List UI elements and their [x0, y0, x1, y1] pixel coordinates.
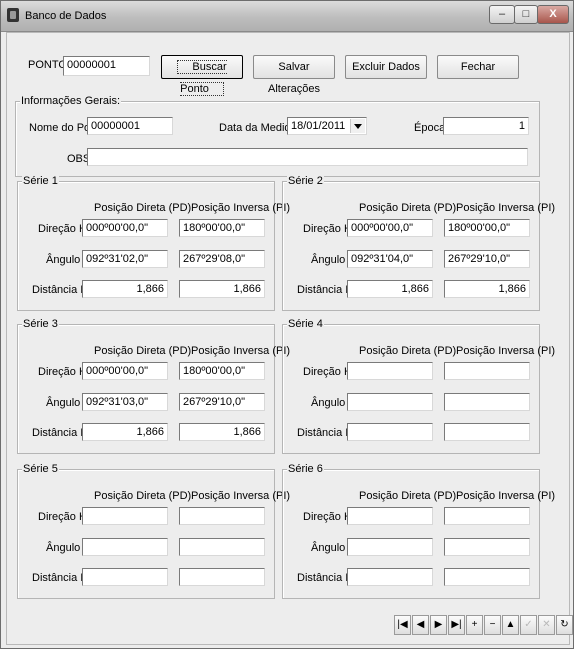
data-medida-select[interactable]: 18/01/2011 [287, 117, 367, 135]
serie-3-hz-pd-input[interactable]: 000º00'00,0" [82, 362, 168, 380]
obs-input[interactable] [87, 148, 528, 166]
data-medida-value: 18/01/2011 [291, 120, 346, 132]
close-button[interactable]: X [537, 5, 569, 24]
serie-4-z-pi-input[interactable] [444, 393, 530, 411]
ponto-label: PONTO [28, 59, 67, 71]
serie-4-hz-pi-input[interactable] [444, 362, 530, 380]
next-record-icon[interactable]: ▶ [430, 615, 447, 635]
serie-3-title: Série 3 [22, 318, 59, 330]
serie-4-dist-pi-input[interactable] [444, 423, 530, 441]
serie-6-hz-pd-input[interactable] [347, 507, 433, 525]
serie-2-z-pd-input[interactable]: 092º31'04,0" [347, 250, 433, 268]
prior-record-icon[interactable]: ◀ [412, 615, 429, 635]
buscar-ponto-button[interactable]: Buscar Ponto [161, 55, 243, 96]
serie-6-dist-pi-input[interactable] [444, 568, 530, 586]
serie-3-z-pd-input[interactable]: 092º31'03,0" [82, 393, 168, 411]
serie-2-z-pi-input[interactable]: 267º29'10,0" [444, 250, 530, 268]
serie-6-z-pi-input[interactable] [444, 538, 530, 556]
ponto-input[interactable]: 00000001 [63, 56, 150, 76]
epoca-input[interactable]: 1 [443, 117, 529, 135]
first-record-icon[interactable]: |◀ [394, 615, 411, 635]
serie-2-hz-pd-input[interactable]: 000º00'00,0" [347, 219, 433, 237]
serie-2-title: Série 2 [287, 175, 324, 187]
serie-5-dist-pi-input[interactable] [179, 568, 265, 586]
post-record-icon: ✓ [520, 615, 537, 635]
salvar-alteracoes-button[interactable]: Salvar Alterações [253, 55, 335, 95]
serie-6-z-pd-input[interactable] [347, 538, 433, 556]
serie-2-hz-pi-input[interactable]: 180º00'00,0" [444, 219, 530, 237]
form-client-area: PONTO 00000001 Buscar Ponto Salvar Alter… [6, 32, 573, 645]
excluir-dados-button[interactable]: Excluir Dados [345, 55, 427, 79]
serie-1-z-pd-input[interactable]: 092º31'02,0" [82, 250, 168, 268]
serie-1-dist-pi-input[interactable]: 1,866 [179, 280, 265, 298]
serie-2-pi-header: Posição Inversa (PI) [456, 202, 556, 214]
serie-5-hz-pd-input[interactable] [82, 507, 168, 525]
main-window: Banco de Dados ‒ □ X PONTO 00000001 Busc… [0, 0, 574, 649]
serie-5-dist-pd-input[interactable] [82, 568, 168, 586]
insert-record-icon[interactable]: + [466, 615, 483, 635]
serie-2-dist-pi-input[interactable]: 1,866 [444, 280, 530, 298]
serie-6-pd-header: Posição Direta (PD) [359, 490, 457, 502]
serie-6-pi-header: Posição Inversa (PI) [456, 490, 556, 502]
buscar-ponto-label: Buscar Ponto [177, 60, 227, 96]
serie-4-z-pd-input[interactable] [347, 393, 433, 411]
nome-ponto-input[interactable]: 00000001 [87, 117, 173, 135]
delete-record-icon[interactable]: − [484, 615, 501, 635]
chevron-down-icon[interactable] [350, 119, 365, 133]
serie-2-dist-pd-input[interactable]: 1,866 [347, 280, 433, 298]
serie-5-pi-header: Posição Inversa (PI) [191, 490, 291, 502]
app-icon [7, 8, 19, 22]
serie-1-pd-header: Posição Direta (PD) [94, 202, 192, 214]
edit-record-icon[interactable]: ▲ [502, 615, 519, 635]
minimize-button[interactable]: ‒ [489, 5, 515, 24]
serie-5-z-pi-input[interactable] [179, 538, 265, 556]
serie-3-pd-header: Posição Direta (PD) [94, 345, 192, 357]
title-bar[interactable]: Banco de Dados ‒ □ X [1, 1, 573, 32]
serie-4-title: Série 4 [287, 318, 324, 330]
window-title: Banco de Dados [25, 10, 107, 22]
serie-1-z-pi-input[interactable]: 267º29'08,0" [179, 250, 265, 268]
last-record-icon[interactable]: ▶| [448, 615, 465, 635]
fechar-button[interactable]: Fechar [437, 55, 519, 79]
serie-1-hz-pd-input[interactable]: 000º00'00,0" [82, 219, 168, 237]
serie-1-title: Série 1 [22, 175, 59, 187]
informacoes-gerais-title: Informações Gerais: [20, 95, 122, 107]
serie-4-hz-pd-input[interactable] [347, 362, 433, 380]
serie-5-z-pd-input[interactable] [82, 538, 168, 556]
serie-6-dist-pd-input[interactable] [347, 568, 433, 586]
serie-1-pi-header: Posição Inversa (PI) [191, 202, 291, 214]
cancel-record-icon: ✕ [538, 615, 555, 635]
serie-5-pd-header: Posição Direta (PD) [94, 490, 192, 502]
refresh-record-icon[interactable]: ↻ [556, 615, 573, 635]
serie-5-hz-pi-input[interactable] [179, 507, 265, 525]
serie-3-pi-header: Posição Inversa (PI) [191, 345, 291, 357]
maximize-button[interactable]: □ [514, 5, 538, 24]
serie-6-hz-pi-input[interactable] [444, 507, 530, 525]
serie-6-title: Série 6 [287, 463, 324, 475]
serie-3-dist-pd-input[interactable]: 1,866 [82, 423, 168, 441]
serie-3-hz-pi-input[interactable]: 180º00'00,0" [179, 362, 265, 380]
serie-1-dist-pd-input[interactable]: 1,866 [82, 280, 168, 298]
serie-1-hz-pi-input[interactable]: 180º00'00,0" [179, 219, 265, 237]
serie-4-dist-pd-input[interactable] [347, 423, 433, 441]
epoca-label: Época [414, 122, 446, 134]
serie-4-pi-header: Posição Inversa (PI) [456, 345, 556, 357]
serie-2-pd-header: Posição Direta (PD) [359, 202, 457, 214]
serie-3-dist-pi-input[interactable]: 1,866 [179, 423, 265, 441]
serie-5-title: Série 5 [22, 463, 59, 475]
serie-4-pd-header: Posição Direta (PD) [359, 345, 457, 357]
serie-3-z-pi-input[interactable]: 267º29'10,0" [179, 393, 265, 411]
